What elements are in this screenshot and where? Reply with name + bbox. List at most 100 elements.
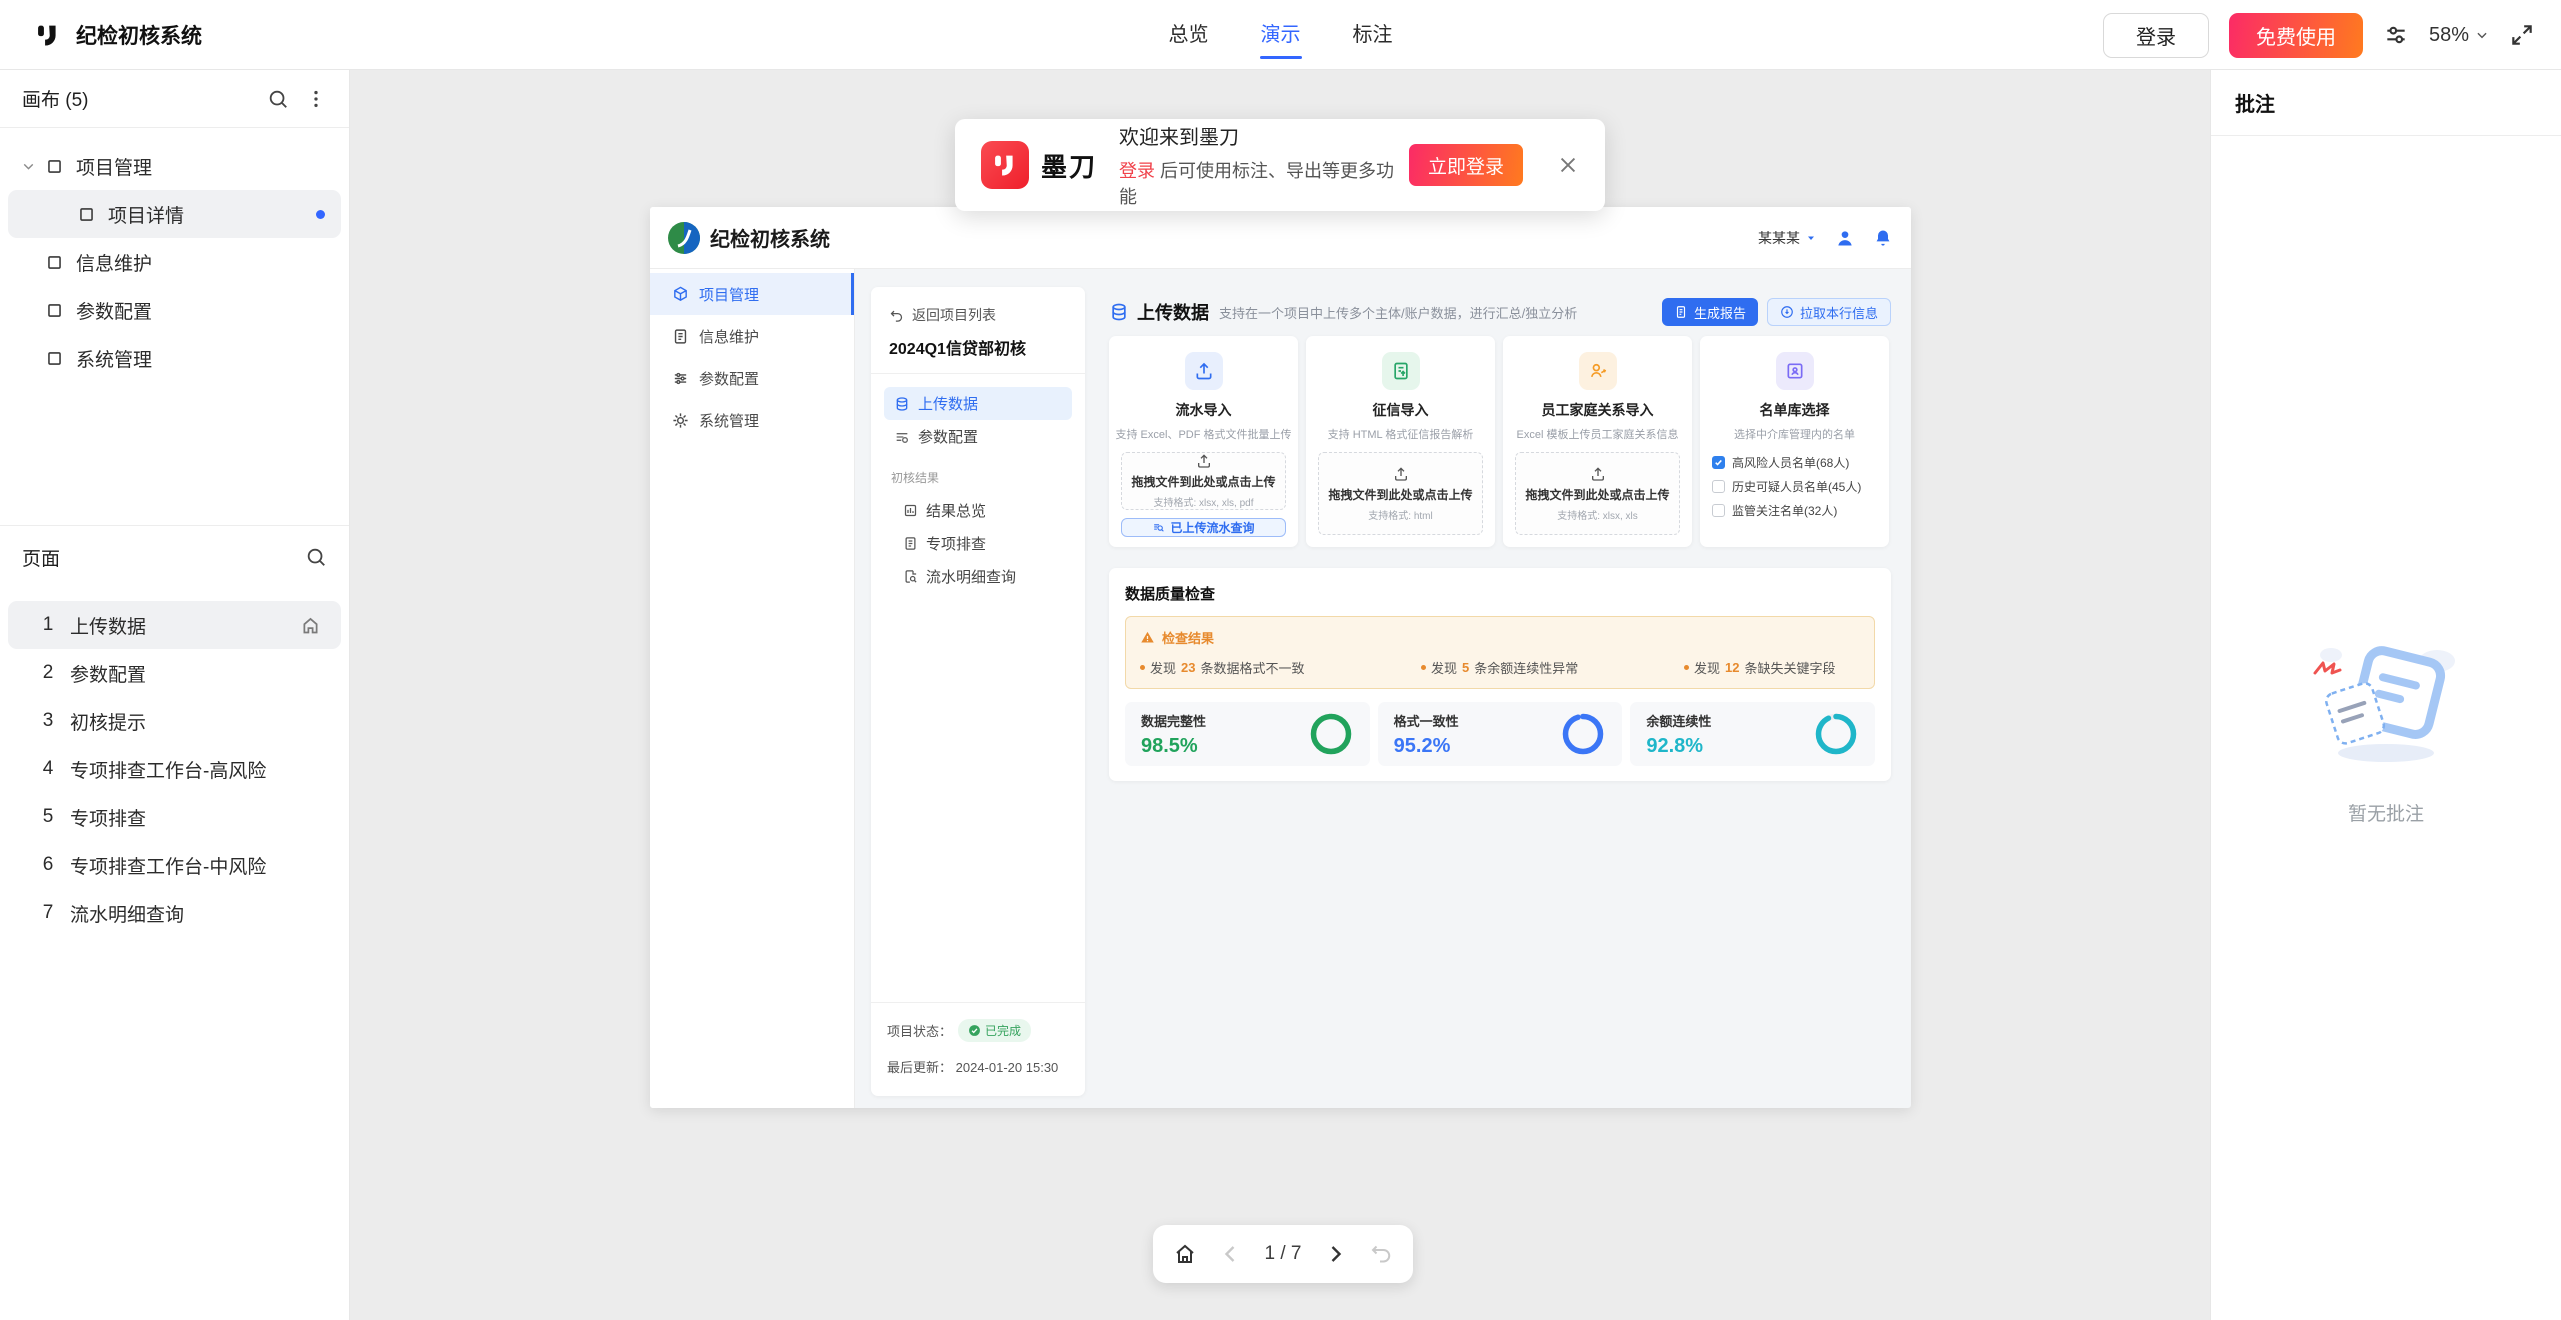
restart-icon[interactable]: [1369, 1242, 1393, 1266]
prototype-screen: 纪检初核系统 某某某 项目管理 信息维护 参数配置: [650, 207, 1911, 1108]
nav-item-label: 参数配置: [699, 368, 759, 389]
status-badge: 已完成: [958, 1019, 1031, 1042]
settings-sliders-icon[interactable]: [2383, 22, 2409, 48]
bell-icon[interactable]: [1873, 228, 1893, 248]
page-label: 初核提示: [70, 708, 146, 735]
fetch-bank-info-button[interactable]: 拉取本行信息: [1767, 298, 1891, 326]
page-row-4[interactable]: 4 专项排查工作台-高风险: [8, 745, 341, 793]
login-now-button[interactable]: 立即登录: [1409, 144, 1523, 186]
mockup-header-actions: 某某某: [1758, 228, 1893, 248]
frame-icon: [45, 253, 64, 272]
more-kebab-icon[interactable]: [305, 88, 327, 110]
tab-present[interactable]: 演示: [1261, 0, 1301, 70]
tree-item-info-maintenance[interactable]: 信息维护: [8, 238, 341, 286]
user-icon[interactable]: [1835, 228, 1855, 248]
search-icon[interactable]: [305, 546, 327, 568]
topbar-actions: 登录 免费使用 58%: [2103, 0, 2535, 70]
prev-page-icon[interactable]: [1219, 1242, 1243, 1266]
modao-logo-icon: [34, 21, 62, 49]
mockup-app-logo: [668, 222, 700, 254]
page-number: 4: [36, 758, 60, 780]
upload-tray-icon: [1196, 453, 1212, 469]
page-row-6[interactable]: 6 专项排查工作台-中风险: [8, 841, 341, 889]
home-icon[interactable]: [1173, 1242, 1197, 1266]
project-subnav: 返回项目列表 2024Q1信贷部初核 上传数据 参数配置 初核结果 结果总览 专…: [871, 287, 1085, 1096]
nav-item-system-management[interactable]: 系统管理: [650, 399, 854, 441]
tab-overview[interactable]: 总览: [1169, 0, 1209, 70]
signup-button[interactable]: 免费使用: [2229, 13, 2363, 58]
page-row-1[interactable]: 1 上传数据: [8, 601, 341, 649]
credit-doc-icon: [1382, 352, 1420, 390]
search-icon[interactable]: [267, 88, 289, 110]
brand: 纪检初核系统: [34, 0, 202, 70]
page-label: 专项排查工作台-高风险: [70, 756, 266, 783]
page-number: 6: [36, 854, 60, 876]
subnav-item-result-overview[interactable]: 结果总览: [871, 494, 1085, 527]
zoom-selector[interactable]: 58%: [2429, 24, 2489, 47]
subnav-item-flow-detail-query[interactable]: 流水明细查询: [871, 560, 1085, 593]
nav-item-param-config[interactable]: 参数配置: [650, 357, 854, 399]
subnav-item-label: 流水明细查询: [926, 566, 1016, 587]
page-number: 7: [36, 902, 60, 924]
database-icon: [1109, 302, 1129, 322]
selected-dot: [316, 210, 325, 219]
check-result-warning: 检查结果 发现 23 条数据格式不一致 发现 5: [1125, 616, 1875, 689]
login-button[interactable]: 登录: [2103, 13, 2209, 58]
warning-triangle-icon: [1140, 630, 1155, 645]
page-indicator: 1 / 7: [1265, 1243, 1302, 1265]
updated-value: 2024-01-20 15:30: [956, 1060, 1059, 1075]
page-label: 专项排查工作台-中风险: [70, 852, 266, 879]
bullet-icon: [1140, 665, 1145, 670]
empty-text: 暂无批注: [2348, 799, 2424, 826]
tab-annotate[interactable]: 标注: [1353, 0, 1393, 70]
uploaded-flow-query-button[interactable]: 已上传流水查询: [1121, 518, 1286, 537]
banner-title: 欢迎来到墨刀: [1119, 121, 1409, 150]
pages-header: 页面: [0, 526, 349, 588]
frame-icon: [45, 301, 64, 320]
checkbox-high-risk-list[interactable]: 高风险人员名单(68人): [1712, 454, 1877, 471]
gear-icon: [672, 412, 689, 429]
back-to-projects-link[interactable]: 返回项目列表: [871, 287, 1085, 325]
tree-item-project-management[interactable]: 项目管理: [8, 142, 341, 190]
checkbox-history-suspect-list[interactable]: 历史可疑人员名单(45人): [1712, 478, 1877, 495]
close-icon[interactable]: [1557, 154, 1579, 176]
credit-dropzone[interactable]: 拖拽文件到此处或点击上传 支持格式: html: [1318, 452, 1483, 535]
quality-metrics-row: 数据完整性 98.5% 格式一致性 95.2%: [1125, 702, 1875, 766]
document-list-icon: [903, 536, 918, 551]
tree-item-project-detail[interactable]: 项目详情: [8, 190, 341, 238]
option-label: 监管关注名单(32人): [1732, 502, 1837, 519]
page-row-7[interactable]: 7 流水明细查询: [8, 889, 341, 937]
finding-format: 发现 23 条数据格式不一致: [1140, 658, 1421, 677]
checkbox-regulator-watch-list[interactable]: 监管关注名单(32人): [1712, 502, 1877, 519]
tree-item-param-config[interactable]: 参数配置: [8, 286, 341, 334]
fullscreen-icon[interactable]: [2509, 22, 2535, 48]
checkbox-icon: [1712, 456, 1725, 469]
subnav-item-label: 上传数据: [918, 393, 978, 414]
annotation-panel: 批注 暂无批注: [2210, 70, 2561, 1320]
generate-report-button[interactable]: 生成报告: [1662, 298, 1758, 326]
tree-item-label: 项目管理: [76, 153, 152, 180]
page-row-5[interactable]: 5 专项排查: [8, 793, 341, 841]
page-row-2[interactable]: 2 参数配置: [8, 649, 341, 697]
upload-tray-icon: [1590, 466, 1606, 482]
tree-item-system-management[interactable]: 系统管理: [8, 334, 341, 382]
chevron-down-icon[interactable]: [20, 158, 37, 175]
family-dropzone[interactable]: 拖拽文件到此处或点击上传 支持格式: xlsx, xls: [1515, 452, 1680, 535]
subnav-item-special-check[interactable]: 专项排查: [871, 527, 1085, 560]
page-row-3[interactable]: 3 初核提示: [8, 697, 341, 745]
login-link[interactable]: 登录: [1119, 161, 1155, 181]
subnav-item-param-config[interactable]: 参数配置: [884, 420, 1072, 453]
frame-icon: [77, 205, 96, 224]
document-icon: [672, 328, 689, 345]
checkbox-icon: [1712, 480, 1725, 493]
page-label: 流水明细查询: [70, 900, 184, 927]
flow-dropzone[interactable]: 拖拽文件到此处或点击上传 支持格式: xlsx, xls, pdf: [1121, 452, 1286, 510]
nav-item-info-maintenance[interactable]: 信息维护: [650, 315, 854, 357]
user-menu[interactable]: 某某某: [1758, 228, 1817, 248]
subnav-item-upload-data[interactable]: 上传数据: [884, 387, 1072, 420]
next-page-icon[interactable]: [1323, 1242, 1347, 1266]
nav-item-project-management[interactable]: 项目管理: [650, 273, 854, 315]
card-desc: 选择中介库管理内的名单: [1734, 426, 1855, 442]
card-title: 名单库选择: [1760, 400, 1830, 420]
content-subtitle: 支持在一个项目中上传多个主体/账户数据，进行汇总/独立分析: [1219, 303, 1577, 322]
